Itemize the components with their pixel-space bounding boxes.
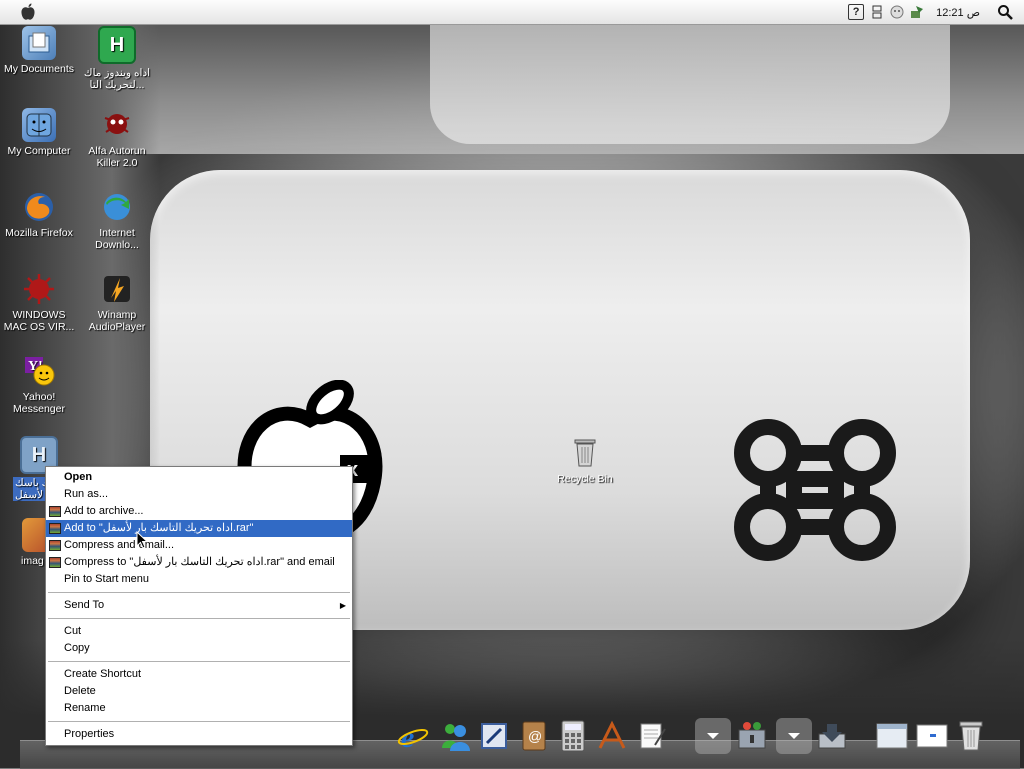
menu-item-delete[interactable]: Delete <box>46 683 352 700</box>
calculator-dock-icon[interactable] <box>555 718 591 754</box>
menu-separator <box>48 661 350 662</box>
desktop-icon-internet-download-manager[interactable]: Internet Downlo... <box>77 190 157 251</box>
search-icon[interactable] <box>996 3 1014 21</box>
menu-item-copy[interactable]: Copy <box>46 640 352 657</box>
menu-bar: ? 12:21 ص <box>0 0 1024 25</box>
safely-remove-hardware-icon[interactable] <box>910 5 924 19</box>
autorun-killer-icon <box>100 108 134 142</box>
mail-dock-icon[interactable] <box>476 718 512 754</box>
submenu-arrow-icon: ▶ <box>339 601 346 610</box>
menu-separator <box>48 721 350 722</box>
menu-item-create-shortcut[interactable]: Create Shortcut <box>46 666 352 683</box>
stack-dock-icon-2[interactable] <box>776 718 812 754</box>
desktop-icon-label: My Documents <box>3 63 75 75</box>
wallpaper-key-top <box>430 24 950 144</box>
menu-item-cut[interactable]: Cut <box>46 623 352 640</box>
menu-item-properties[interactable]: Properties <box>46 726 352 743</box>
address-book-dock-icon[interactable]: @ <box>516 718 552 754</box>
desktop-icon-label: Mozilla Firefox <box>5 227 73 239</box>
menu-item-send-to[interactable]: Send To ▶ <box>46 597 352 614</box>
wallpaper-command-glyph <box>734 419 896 561</box>
downloads-dock-icon[interactable] <box>814 718 850 754</box>
internet-explorer-dock-icon[interactable]: e <box>395 718 431 754</box>
desktop-icon-label: WINDOWS MAC OS VIR... <box>3 309 75 333</box>
winrar-icon <box>49 540 61 551</box>
download-manager-icon <box>100 190 134 224</box>
apple-menu-icon[interactable] <box>20 3 36 21</box>
menu-item-rename[interactable]: Rename <box>46 700 352 717</box>
system-tray: ? 12:21 ص <box>848 0 1024 24</box>
menu-item-compress-and-email[interactable]: Compress and email... <box>46 537 352 554</box>
desktop-icon-windows-mac-os-virus[interactable]: WINDOWS MAC OS VIR... <box>0 272 79 333</box>
window-dock-icon[interactable] <box>874 718 910 754</box>
desktop-icon-winamp[interactable]: Winamp AudioPlayer <box>77 272 157 333</box>
desktop-icon-my-documents[interactable]: My Documents <box>0 26 79 75</box>
menu-separator <box>48 618 350 619</box>
mouse-pointer-icon <box>136 531 148 549</box>
firefox-icon <box>22 190 56 224</box>
menu-item-label: Add to "اداه تحريك التاسك بار لأسفل.rar" <box>64 522 254 534</box>
clock[interactable]: 12:21 ص <box>936 6 980 19</box>
desktop-icon-yahoo-messenger[interactable]: Y! Yahoo! Messenger <box>0 354 79 415</box>
context-menu: Open Run as... Add to archive... Add to … <box>45 466 353 746</box>
desktop-icon-recycle-bin[interactable]: Recycle Bin <box>545 436 625 485</box>
menu-item-pin-to-start-menu[interactable]: Pin to Start menu <box>46 571 352 588</box>
network-icon[interactable] <box>870 5 884 19</box>
winrar-icon <box>49 506 61 517</box>
menu-item-add-to-archive[interactable]: Add to archive... <box>46 503 352 520</box>
winamp-icon <box>100 272 134 306</box>
menu-item-run-as[interactable]: Run as... <box>46 486 352 503</box>
menu-item-compress-to-rar-and-email[interactable]: Compress to "اداه تحريك التاسك بار لأسفل… <box>46 554 352 571</box>
desktop-icon-label: Yahoo! Messenger <box>13 391 65 415</box>
desktop-icon-alfa-autorun-killer[interactable]: Alfa Autorun Killer 2.0 <box>77 108 157 169</box>
virus-icon <box>22 272 56 306</box>
help-icon[interactable]: ? <box>848 4 865 20</box>
messenger-status-icon[interactable] <box>890 5 904 19</box>
minimized-window-dock-icon[interactable] <box>914 718 950 754</box>
h-app-icon: H <box>98 26 136 64</box>
menu-item-add-to-rar[interactable]: Add to "اداه تحريك التاسك بار لأسفل.rar" <box>46 520 352 537</box>
desktop-icon-mac-taskbar-tool[interactable]: H اداه ويندوز ماك لتحريك التا... <box>77 26 157 91</box>
desktop-icon-label: Alfa Autorun Killer 2.0 <box>88 145 146 169</box>
menu-item-label: Compress and email... <box>64 539 175 551</box>
menu-item-open[interactable]: Open <box>46 469 352 486</box>
textedit-dock-icon[interactable] <box>634 718 670 754</box>
svg-text:@: @ <box>528 728 542 744</box>
desktop-icon-label: اداه ويندوز ماك لتحريك التا... <box>83 67 151 91</box>
folder-documents-icon <box>22 26 56 60</box>
winrar-icon <box>49 523 61 534</box>
trash-icon <box>568 436 602 470</box>
control-panel-dock-icon[interactable] <box>734 718 770 754</box>
desktop-icon-mozilla-firefox[interactable]: Mozilla Firefox <box>0 190 79 239</box>
trash-dock-icon[interactable] <box>953 718 989 754</box>
msn-messenger-dock-icon[interactable] <box>437 718 473 754</box>
desktop-icon-my-computer[interactable]: My Computer <box>0 108 79 157</box>
stack-dock-icon[interactable] <box>695 718 731 754</box>
applications-dock-icon[interactable] <box>594 718 630 754</box>
menu-item-label: Send To <box>64 599 105 611</box>
menu-item-label: Add to archive... <box>64 505 144 517</box>
desktop-icon-label: Winamp AudioPlayer <box>88 309 146 333</box>
yahoo-messenger-icon: Y! <box>22 354 56 388</box>
winrar-icon <box>49 557 61 568</box>
desktop-icon-label: Recycle Bin <box>557 473 613 485</box>
menu-item-label: Compress to "اداه تحريك التاسك بار لأسفل… <box>64 556 335 568</box>
desktop-icon-label: Internet Downlo... <box>95 227 139 251</box>
finder-face-icon <box>22 108 56 142</box>
menu-separator <box>48 592 350 593</box>
desktop-icon-label: My Computer <box>7 145 71 157</box>
